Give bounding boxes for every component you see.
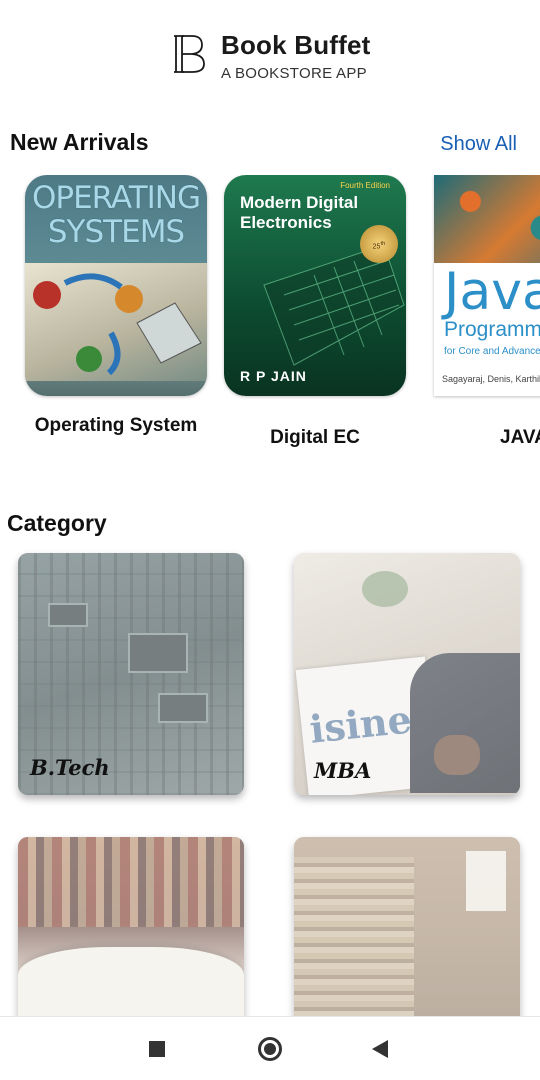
book-label: Operating System bbox=[34, 415, 198, 436]
category-label: B.Tech bbox=[30, 755, 110, 780]
system-navigation-bar bbox=[0, 1016, 540, 1080]
cover-small-text: for Core and Advanced bbox=[444, 346, 540, 357]
app-title: Book Buffet bbox=[221, 30, 371, 60]
circle-home-icon[interactable] bbox=[258, 1037, 282, 1061]
fractal-pattern bbox=[434, 175, 540, 263]
category-card-btech[interactable]: B.Tech bbox=[18, 553, 244, 795]
app-header: Book Buffet A BOOKSTORE APP bbox=[0, 28, 540, 88]
book-card-digital-ec[interactable]: Fourth Edition Modern Digital Electronic… bbox=[224, 175, 406, 450]
cover-author: R P JAIN bbox=[240, 368, 307, 384]
new-arrivals-carousel[interactable]: OPERATING SYSTEMS Operating System Fourt… bbox=[0, 175, 540, 475]
category-label: MBA bbox=[314, 758, 372, 783]
cover-title: OPERATING SYSTEMS bbox=[31, 180, 201, 250]
book-cover[interactable]: Java Programm for Core and Advanced Saga… bbox=[434, 175, 540, 396]
show-all-link[interactable]: Show All bbox=[440, 133, 517, 156]
book-logo-icon bbox=[174, 35, 205, 73]
book-card-operating-system[interactable]: OPERATING SYSTEMS Operating System bbox=[25, 175, 207, 438]
cover-title: Java bbox=[444, 262, 540, 322]
cover-illustration bbox=[25, 263, 207, 381]
app-subtitle: A BOOKSTORE APP bbox=[221, 65, 367, 82]
cover-edition: Fourth Edition bbox=[340, 181, 390, 190]
triangle-back-icon[interactable] bbox=[372, 1040, 388, 1058]
book-cover[interactable]: Fourth Edition Modern Digital Electronic… bbox=[224, 175, 406, 396]
category-card-mba[interactable]: isiness MBA bbox=[294, 553, 520, 795]
book-card-java[interactable]: Java Programm for Core and Advanced Saga… bbox=[434, 175, 540, 450]
laptop-illustration-icon bbox=[33, 273, 202, 376]
new-arrivals-title: New Arrivals bbox=[10, 129, 149, 155]
cover-subtitle: Programm bbox=[444, 318, 540, 341]
book-label: Digital EC bbox=[270, 427, 360, 448]
cover-authors: Sagayaraj, Denis, Karthik an bbox=[442, 374, 540, 384]
category-title: Category bbox=[7, 510, 107, 536]
book-label: JAVA bbox=[500, 427, 540, 448]
book-cover[interactable]: OPERATING SYSTEMS bbox=[25, 175, 207, 396]
square-icon[interactable] bbox=[149, 1041, 165, 1057]
anniversary-badge: 25th bbox=[360, 225, 398, 263]
